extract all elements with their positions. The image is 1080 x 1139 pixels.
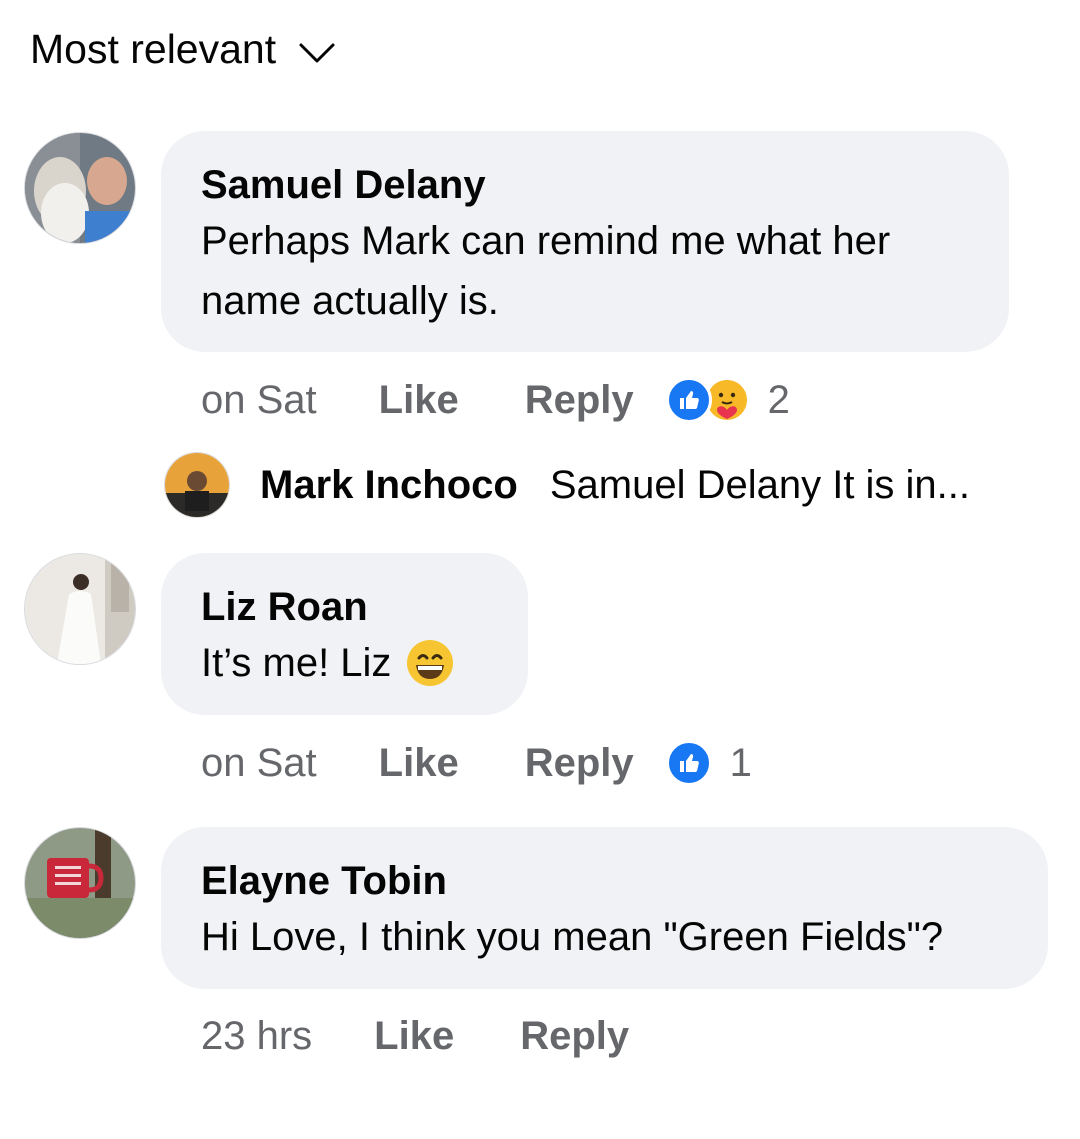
reply-author: Mark Inchoco	[260, 462, 518, 507]
reply-snippet: Samuel Delany It is in...	[549, 462, 971, 507]
comment-timestamp[interactable]: on Sat	[201, 741, 317, 786]
like-reaction-icon	[665, 740, 712, 786]
comment-actions: 23 hrs Like Reply	[201, 1006, 661, 1066]
comment-timestamp[interactable]: 23 hrs	[201, 1014, 312, 1059]
avatar[interactable]	[24, 553, 136, 665]
like-button[interactable]: Like	[374, 1014, 454, 1059]
comment-bubble: Samuel Delany Perhaps Mark can remind me…	[161, 131, 1009, 352]
avatar[interactable]	[24, 132, 136, 244]
comment-actions: on Sat Like Reply 1	[201, 733, 752, 793]
reply-button[interactable]: Reply	[525, 378, 634, 423]
avatar-photo	[25, 828, 135, 938]
reply-button[interactable]: Reply	[520, 1014, 629, 1059]
reaction-summary[interactable]: 1	[665, 740, 752, 786]
reply-preview[interactable]: Mark Inchoco Samuel Delany It is in...	[164, 452, 970, 518]
comment-text: Hi Love, I think you mean "Green Fields"…	[201, 915, 944, 959]
like-reaction-icon	[665, 377, 712, 423]
avatar-photo	[25, 133, 135, 243]
like-button[interactable]: Like	[379, 741, 459, 786]
avatar[interactable]	[24, 827, 136, 939]
comment-author[interactable]: Elayne Tobin	[201, 855, 1008, 907]
chevron-down-icon	[299, 43, 335, 62]
grinning-face-icon	[407, 640, 454, 686]
comment-text: Perhaps Mark can remind me what her	[201, 219, 891, 263]
comment-text: It’s me! Liz	[201, 641, 392, 685]
comment-text-row: It’s me! Liz	[201, 633, 488, 693]
comment-timestamp[interactable]: on Sat	[201, 378, 317, 423]
comment-bubble: Liz Roan It’s me! Liz	[161, 553, 528, 715]
reply-button[interactable]: Reply	[525, 741, 634, 786]
comment-bubble: Elayne Tobin Hi Love, I think you mean "…	[161, 827, 1048, 989]
comment-author[interactable]: Liz Roan	[201, 581, 488, 633]
sort-label: Most relevant	[30, 26, 277, 72]
avatar-photo	[25, 554, 135, 664]
comment-author[interactable]: Samuel Delany	[201, 159, 969, 211]
reaction-count: 1	[729, 740, 752, 785]
reaction-summary[interactable]: 2	[665, 377, 790, 423]
comment-text: name actually is.	[201, 279, 499, 323]
comment-actions: on Sat Like Reply 2	[201, 370, 790, 430]
like-button[interactable]: Like	[379, 378, 459, 423]
sort-dropdown[interactable]: Most relevant	[30, 26, 336, 73]
avatar-photo	[165, 453, 229, 517]
avatar[interactable]	[164, 452, 230, 518]
reaction-count: 2	[767, 377, 790, 422]
